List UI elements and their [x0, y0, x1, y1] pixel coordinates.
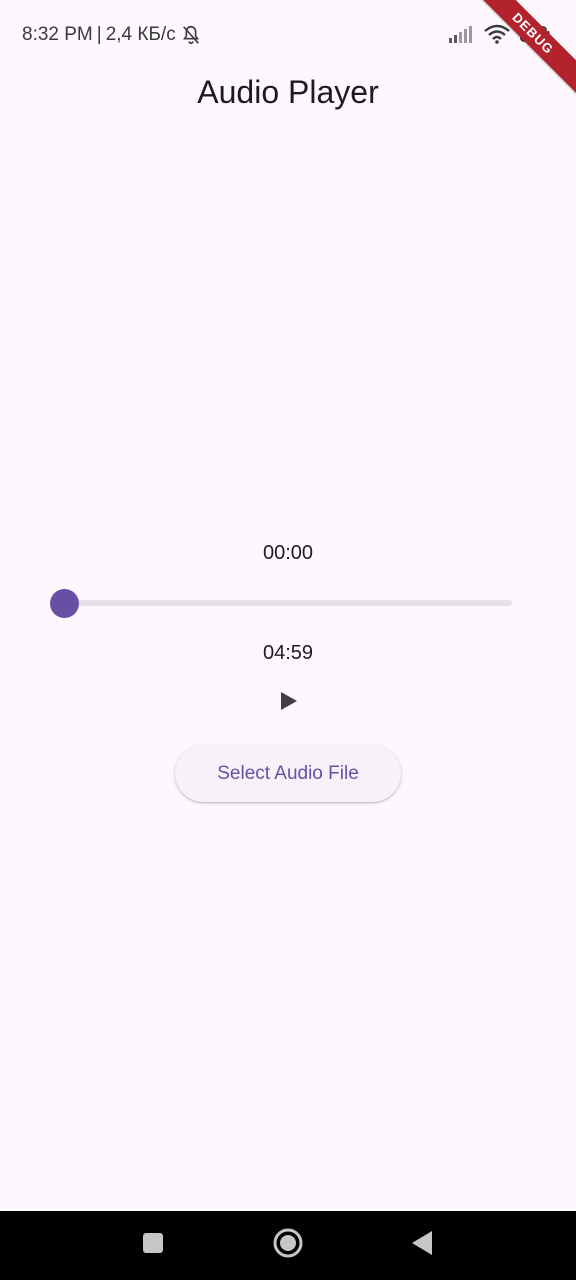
slider-thumb[interactable]: [50, 589, 79, 618]
recents-button[interactable]: [136, 1228, 170, 1262]
total-duration-label: 04:59: [262, 642, 314, 664]
square-icon: [142, 1232, 164, 1259]
status-separator: |: [96, 24, 102, 45]
page-title: Audio Player: [197, 74, 379, 110]
select-audio-file-button[interactable]: Select Audio File: [175, 745, 401, 802]
system-navigation-bar: [0, 1211, 576, 1280]
home-button[interactable]: [271, 1228, 305, 1262]
back-button[interactable]: [405, 1228, 439, 1262]
play-button[interactable]: [268, 683, 308, 723]
seek-slider[interactable]: [50, 589, 512, 619]
slider-track: [64, 600, 512, 606]
triangle-back-icon: [410, 1230, 434, 1261]
status-time: 8:32 PM: [22, 24, 93, 45]
network-speed: 2,4 КБ/с: [105, 24, 176, 45]
play-icon: [277, 690, 299, 717]
current-position-label: 00:00: [262, 542, 314, 564]
bell-off-icon: [180, 24, 202, 46]
status-left: 8:32 PM | 2,4 КБ/с: [22, 24, 202, 46]
circle-icon: [272, 1227, 304, 1264]
